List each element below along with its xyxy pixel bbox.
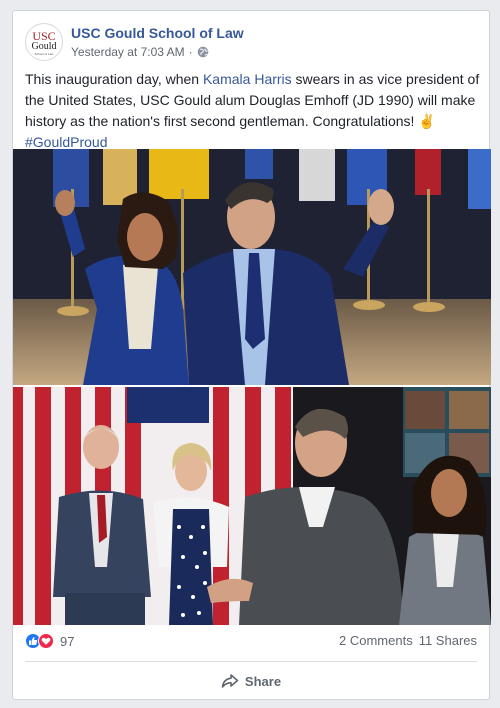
comments-count-link[interactable]: 2 Comments — [339, 633, 413, 648]
post-photo-1[interactable] — [13, 149, 491, 385]
share-label: Share — [244, 673, 282, 689]
mention-link[interactable]: Kamala Harris — [203, 71, 292, 87]
hashtag-link[interactable]: #GouldProud — [25, 134, 108, 150]
post-text-part1: This inauguration day, when — [25, 71, 203, 87]
post-photo-2[interactable] — [13, 387, 491, 625]
page-avatar[interactable]: USC Gould School of Law — [25, 23, 63, 61]
post-stats: 2 Comments 11 Shares — [339, 633, 477, 648]
action-divider — [25, 661, 477, 662]
post-card: USC Gould School of Law USC Gould School… — [12, 10, 491, 700]
post-header: USC Gould School of Law USC Gould School… — [25, 21, 475, 67]
reactions-summary[interactable]: 97 — [25, 631, 74, 651]
post-timestamp[interactable]: Yesterday at 7:03 AM — [71, 45, 185, 59]
post-body: This inauguration day, when Kamala Harri… — [25, 69, 480, 153]
love-icon — [38, 633, 54, 649]
meta-separator: · — [188, 45, 193, 59]
reaction-count: 97 — [60, 633, 75, 649]
globe-icon[interactable] — [197, 46, 209, 58]
avatar-logo-line3: School of Law — [34, 52, 54, 56]
share-button[interactable]: Share — [25, 666, 477, 696]
photo-stage-waving — [13, 149, 491, 385]
shares-count-link[interactable]: 11 Shares — [419, 633, 477, 648]
victory-hand-emoji: ✌ — [418, 113, 436, 129]
share-arrow-icon — [221, 674, 239, 688]
page-name-link[interactable]: USC Gould School of Law — [71, 25, 244, 41]
avatar-logo-line2: Gould — [31, 41, 57, 52]
photo-stage-flag — [13, 387, 491, 625]
post-meta: Yesterday at 7:03 AM · — [71, 45, 209, 59]
